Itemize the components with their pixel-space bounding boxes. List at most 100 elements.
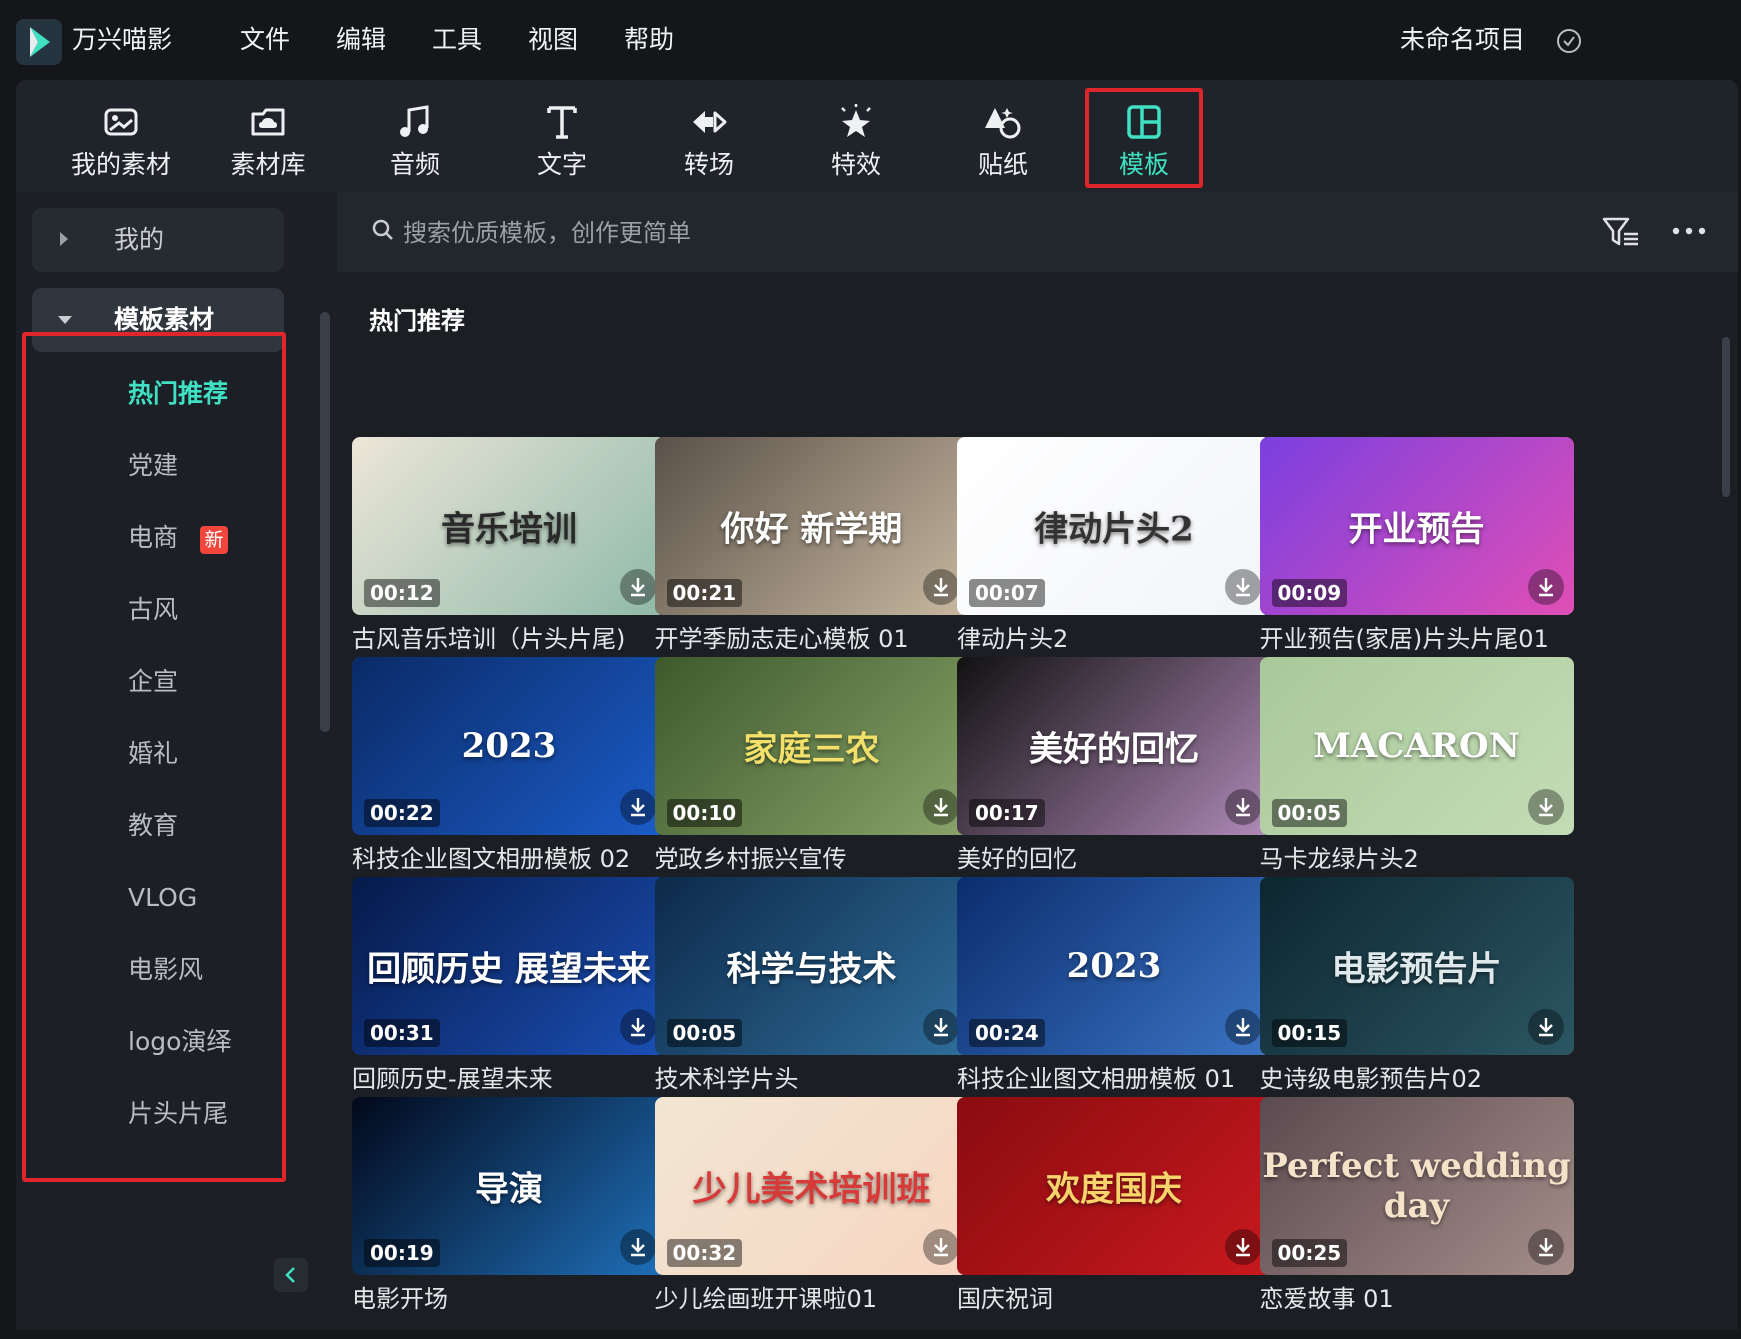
- music-note-icon: [400, 105, 429, 137]
- download-icon[interactable]: [1527, 1229, 1564, 1265]
- download-icon[interactable]: [1527, 789, 1564, 825]
- collapse-sidebar-button[interactable]: [274, 1258, 308, 1292]
- template-title: 回顾历史-展望未来: [352, 1065, 553, 1093]
- template-card[interactable]: 律动片头2 00:07 律动片头2: [957, 437, 1271, 657]
- template-card[interactable]: 导演 00:19 电影开场: [352, 1097, 666, 1317]
- sidebar-mine[interactable]: 我的: [32, 208, 284, 272]
- filter-icon[interactable]: [1602, 216, 1640, 248]
- download-icon[interactable]: [922, 1229, 959, 1265]
- download-icon[interactable]: [620, 569, 656, 605]
- template-card[interactable]: 2023 00:22 科技企业图文相册模板 02: [352, 657, 666, 877]
- template-thumbnail[interactable]: 科学与技术 00:05: [654, 877, 969, 1055]
- template-thumbnail[interactable]: 欢度国庆: [957, 1097, 1271, 1275]
- thumbnail-caption: 科学与技术: [726, 949, 897, 990]
- download-icon[interactable]: [1225, 1229, 1261, 1265]
- template-thumbnail[interactable]: 音乐培训 00:12: [352, 437, 666, 615]
- tool-transition[interactable]: 转场: [644, 80, 774, 192]
- download-icon[interactable]: [620, 1009, 656, 1045]
- content-scrollbar[interactable]: [1722, 337, 1730, 497]
- download-icon[interactable]: [1527, 569, 1564, 605]
- download-icon[interactable]: [1225, 1009, 1261, 1045]
- my-media-icon: [104, 108, 138, 136]
- template-card[interactable]: 电影预告片 00:15 史诗级电影预告片02: [1259, 877, 1574, 1097]
- template-card[interactable]: MACARON 00:05 马卡龙绿片头2: [1259, 657, 1574, 877]
- template-thumbnail[interactable]: 回顾历史 展望未来 00:31: [352, 877, 666, 1055]
- toolbar: 我的素材 素材库 音频 文字 转场 特效 贴纸 模板: [16, 80, 1738, 192]
- menu-edit[interactable]: 编辑: [336, 22, 386, 58]
- template-thumbnail[interactable]: 2023 00:22: [352, 657, 666, 835]
- template-card[interactable]: 开业预告 00:09 开业预告(家居)片头片尾01: [1259, 437, 1574, 657]
- effects-star-icon: [841, 104, 871, 137]
- template-title: 电影开场: [352, 1285, 448, 1313]
- template-thumbnail[interactable]: 电影预告片 00:15: [1259, 877, 1574, 1055]
- section-title: 热门推荐: [369, 307, 465, 335]
- template-thumbnail[interactable]: MACARON 00:05: [1259, 657, 1574, 835]
- duration-badge: 00:10: [666, 799, 743, 827]
- template-thumbnail[interactable]: 开业预告 00:09: [1259, 437, 1574, 615]
- template-thumbnail[interactable]: Perfect wedding day 00:25: [1259, 1097, 1574, 1275]
- template-title: 技术科学片头: [654, 1065, 799, 1093]
- download-icon[interactable]: [620, 1229, 656, 1265]
- template-card[interactable]: 美好的回忆 00:17 美好的回忆: [957, 657, 1271, 877]
- template-title: 国庆祝词: [957, 1285, 1053, 1313]
- template-thumbnail[interactable]: 你好 新学期 00:21: [654, 437, 969, 615]
- duration-badge: 00:12: [364, 579, 440, 607]
- thumbnail-caption: 家庭三农: [743, 729, 880, 770]
- template-card[interactable]: 科学与技术 00:05 技术科学片头: [654, 877, 969, 1097]
- duration-badge: 00:05: [1271, 799, 1348, 827]
- thumbnail-caption: MACARON: [1313, 726, 1520, 766]
- tool-audio[interactable]: 音频: [350, 80, 480, 192]
- menu-help[interactable]: 帮助: [624, 22, 674, 58]
- thumbnail-caption: 你好 新学期: [720, 509, 903, 550]
- search-input[interactable]: [401, 212, 1405, 254]
- template-card[interactable]: 音乐培训 00:12 古风音乐培训（片头片尾): [352, 437, 666, 657]
- template-title: 古风音乐培训（片头片尾): [352, 625, 626, 653]
- download-icon[interactable]: [922, 569, 959, 605]
- thumbnail-caption: 回顾历史 展望未来: [367, 949, 651, 990]
- template-card[interactable]: 少儿美术培训班 00:32 少儿绘画班开课啦01: [654, 1097, 969, 1317]
- menu-file[interactable]: 文件: [240, 22, 290, 58]
- template-card[interactable]: Perfect wedding day 00:25 恋爱故事 01: [1259, 1097, 1574, 1317]
- tool-library[interactable]: 素材库: [203, 80, 333, 192]
- download-icon[interactable]: [1225, 789, 1261, 825]
- tool-sticker[interactable]: 贴纸: [938, 80, 1068, 192]
- tool-label: 贴纸: [977, 150, 1028, 179]
- template-card[interactable]: 家庭三农 00:10 党政乡村振兴宣传: [654, 657, 969, 877]
- thumbnail-caption: 少儿美术培训班: [692, 1169, 931, 1210]
- download-icon[interactable]: [1225, 569, 1261, 605]
- template-content: 热门推荐 音乐培训 00:12 古风音乐培训（片头片尾) 你好 新学期 00:21 开学季…: [337, 192, 1738, 1330]
- template-thumbnail[interactable]: 家庭三农 00:10: [654, 657, 969, 835]
- template-card[interactable]: 你好 新学期 00:21 开学季励志走心模板 01: [654, 437, 969, 657]
- tool-my-media[interactable]: 我的素材: [56, 80, 186, 192]
- menu-view[interactable]: 视图: [528, 22, 578, 58]
- duration-badge: 00:32: [666, 1239, 743, 1267]
- thumbnail-caption: 开业预告: [1348, 509, 1485, 550]
- tool-label: 文字: [536, 150, 587, 179]
- template-thumbnail[interactable]: 导演 00:19: [352, 1097, 666, 1275]
- sidebar-scrollbar[interactable]: [320, 312, 330, 732]
- more-options-icon[interactable]: [1672, 226, 1706, 236]
- tool-text[interactable]: 文字: [497, 80, 627, 192]
- app-logo-icon[interactable]: [16, 19, 62, 65]
- download-icon[interactable]: [1527, 1009, 1564, 1045]
- sticker-icon: [985, 108, 1021, 139]
- thumbnail-caption: 2023: [461, 726, 557, 766]
- template-card[interactable]: 欢度国庆 国庆祝词: [957, 1097, 1271, 1317]
- download-icon[interactable]: [620, 789, 656, 825]
- check-circle-icon[interactable]: [1556, 28, 1582, 54]
- menu-tools[interactable]: 工具: [432, 22, 482, 58]
- tool-effects[interactable]: 特效: [791, 80, 921, 192]
- text-icon: [547, 106, 577, 139]
- template-thumbnail[interactable]: 2023 00:24: [957, 877, 1271, 1055]
- download-icon[interactable]: [922, 789, 959, 825]
- download-icon[interactable]: [922, 1009, 959, 1045]
- template-thumbnail[interactable]: 律动片头2 00:07: [957, 437, 1271, 615]
- tool-label: 我的素材: [70, 150, 171, 179]
- template-title: 少儿绘画班开课啦01: [654, 1285, 878, 1313]
- template-card[interactable]: 2023 00:24 科技企业图文相册模板 01: [957, 877, 1271, 1097]
- template-card[interactable]: 回顾历史 展望未来 00:31 回顾历史-展望未来: [352, 877, 666, 1097]
- project-name[interactable]: 未命名项目: [1400, 22, 1525, 58]
- transition-icon: [693, 111, 727, 133]
- template-thumbnail[interactable]: 美好的回忆 00:17: [957, 657, 1271, 835]
- template-thumbnail[interactable]: 少儿美术培训班 00:32: [654, 1097, 969, 1275]
